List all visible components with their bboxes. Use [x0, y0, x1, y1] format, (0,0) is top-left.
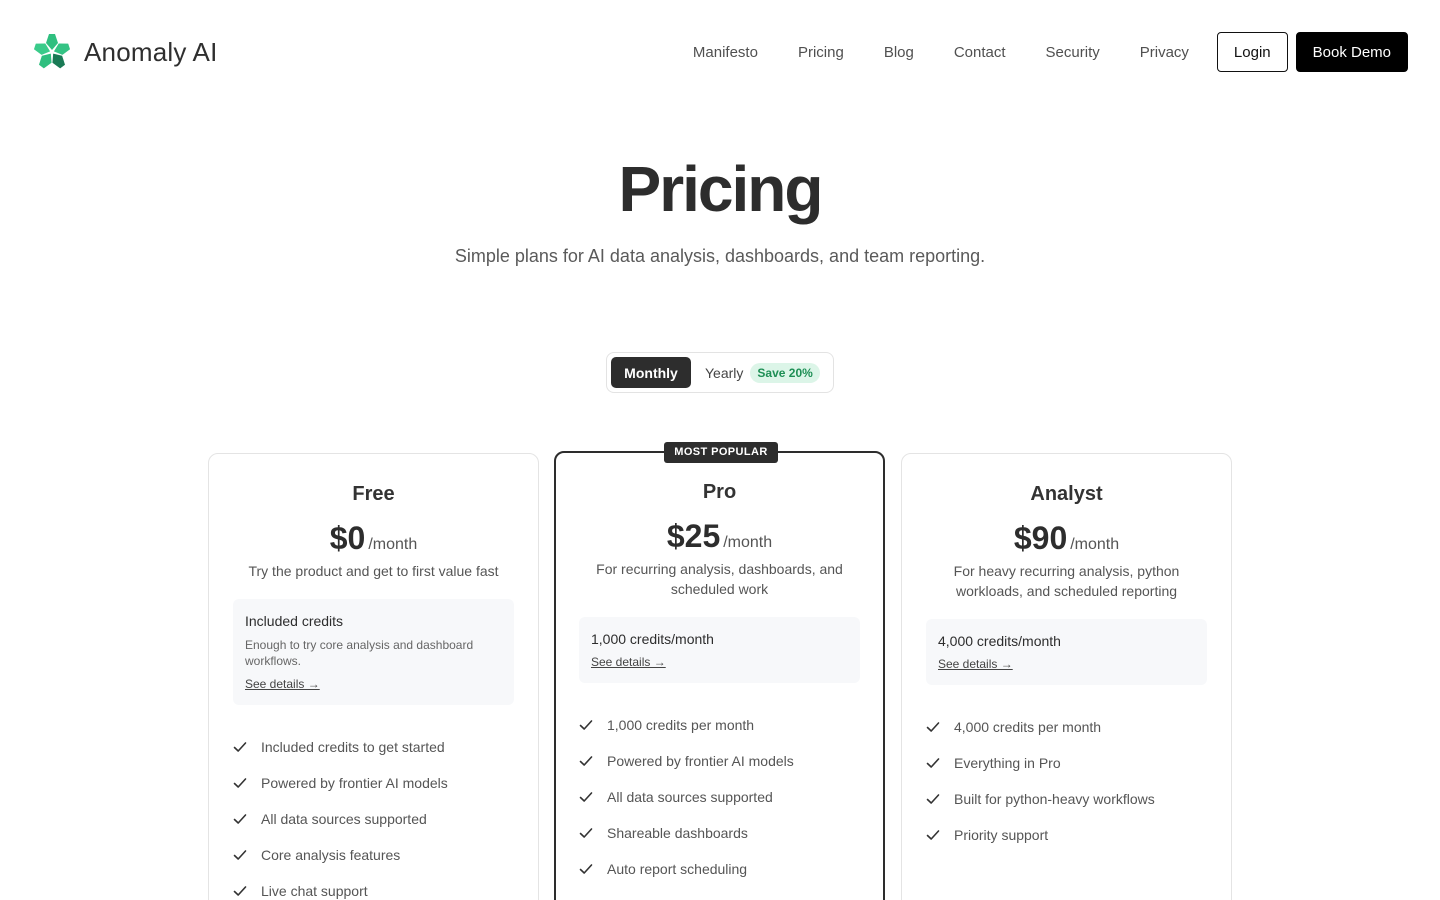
feature-list: 1,000 credits per month Powered by front…: [579, 707, 860, 887]
feature-item: Auto report scheduling: [579, 851, 860, 887]
monthly-option[interactable]: Monthly: [611, 357, 691, 388]
feature-label: 1,000 credits per month: [607, 717, 755, 733]
feature-label: Priority support: [954, 827, 1049, 843]
feature-item: Built for python-heavy workflows: [926, 781, 1207, 817]
yearly-option[interactable]: Yearly Save 20%: [705, 362, 820, 383]
credits-note: Enough to try core analysis and dashboar…: [245, 638, 474, 668]
plan-description: Try the product and get to first value f…: [248, 563, 499, 579]
see-details-link[interactable]: See details →: [245, 677, 320, 691]
nav-pricing[interactable]: Pricing: [798, 44, 844, 61]
feature-item: 4,000 credits per month: [926, 709, 1207, 745]
feature-list: 4,000 credits per month Everything in Pr…: [926, 709, 1207, 853]
see-details-link[interactable]: See details →: [591, 655, 666, 669]
feature-label: Powered by frontier AI models: [607, 753, 794, 769]
check-icon: [233, 778, 247, 788]
price-row: $25/month: [579, 518, 860, 555]
nav-blog[interactable]: Blog: [884, 44, 914, 61]
nav-manifesto[interactable]: Manifesto: [693, 44, 758, 61]
check-icon: [233, 742, 247, 752]
feature-label: All data sources supported: [261, 811, 427, 827]
feature-label: Everything in Pro: [954, 755, 1061, 771]
credits-title: 4,000 credits/month: [938, 633, 1061, 649]
most-popular-badge: MOST POPULAR: [664, 442, 778, 463]
feature-item: Core analysis features: [233, 837, 514, 873]
check-icon: [579, 756, 593, 766]
check-icon: [233, 850, 247, 860]
page-subtitle: Simple plans for AI data analysis, dashb…: [454, 246, 986, 266]
nav-security[interactable]: Security: [1046, 44, 1100, 61]
feature-item: Included credits to get started: [233, 729, 514, 765]
feature-item: Powered by frontier AI models: [233, 765, 514, 801]
price-row: $90/month: [926, 520, 1207, 557]
yearly-label: Yearly: [705, 364, 744, 381]
check-icon: [926, 758, 940, 768]
plan-description: For recurring analysis, dashboards, and …: [596, 561, 843, 597]
feature-item: Powered by frontier AI models: [579, 743, 860, 779]
check-icon: [926, 830, 940, 840]
check-icon: [926, 722, 940, 732]
login-button[interactable]: Login: [1216, 32, 1288, 72]
credits-box: Included credits Enough to try core anal…: [233, 599, 514, 705]
check-icon: [579, 828, 593, 838]
billing-period-toggle: Monthly Yearly Save 20%: [606, 352, 834, 393]
plan-price: $90: [1013, 520, 1068, 556]
plan-name: Pro: [702, 481, 737, 503]
feature-label: Included credits to get started: [261, 739, 445, 755]
check-icon: [579, 720, 593, 730]
nav-privacy[interactable]: Privacy: [1140, 44, 1189, 61]
brand-name: Anomaly AI: [84, 36, 218, 67]
feature-label: 4,000 credits per month: [954, 719, 1102, 735]
check-icon: [233, 886, 247, 896]
check-icon: [579, 864, 593, 874]
price-row: $0/month: [233, 520, 514, 557]
plan-period: /month: [1070, 536, 1120, 553]
clover-logo-icon: [33, 34, 71, 69]
feature-item: Shareable dashboards: [579, 815, 860, 851]
feature-item: 1,000 credits per month: [579, 707, 860, 743]
feature-list: Included credits to get started Powered …: [233, 729, 514, 900]
feature-item: Priority support: [926, 817, 1207, 853]
feature-label: All data sources supported: [607, 789, 773, 805]
plan-card-free: Free $0/month Try the product and get to…: [208, 453, 539, 900]
feature-label: Core analysis features: [261, 847, 401, 863]
plan-name: Free: [352, 483, 395, 505]
check-icon: [233, 814, 247, 824]
nav-contact[interactable]: Contact: [954, 44, 1006, 61]
plan-description: For heavy recurring analysis, python wor…: [953, 563, 1180, 599]
brand-home-link[interactable]: Anomaly AI: [32, 32, 218, 72]
credits-title: Included credits: [245, 613, 344, 629]
plan-card-pro: MOST POPULAR Pro $25/month For recurring…: [554, 442, 885, 900]
plan-period: /month: [368, 536, 418, 553]
feature-label: Powered by frontier AI models: [261, 775, 448, 791]
feature-item: All data sources supported: [579, 779, 860, 815]
save-badge: Save 20%: [750, 362, 820, 383]
feature-label: Shareable dashboards: [607, 825, 748, 841]
credits-box: 4,000 credits/month See details →: [926, 619, 1207, 685]
feature-label: Live chat support: [261, 883, 368, 899]
main-nav: Manifesto Pricing Blog Contact Security …: [693, 32, 1408, 72]
feature-label: Auto report scheduling: [607, 861, 748, 877]
plan-price: $0: [329, 520, 366, 556]
feature-item: All data sources supported: [233, 801, 514, 837]
see-details-link[interactable]: See details →: [938, 657, 1013, 671]
credits-box: 1,000 credits/month See details →: [579, 617, 860, 683]
plan-period: /month: [723, 534, 773, 551]
check-icon: [926, 794, 940, 804]
plan-name: Analyst: [1030, 483, 1103, 505]
plan-card-analyst: Analyst $90/month For heavy recurring an…: [901, 453, 1232, 900]
page-title: Pricing: [618, 153, 824, 225]
feature-item: Everything in Pro: [926, 745, 1207, 781]
credits-title: 1,000 credits/month: [591, 631, 714, 647]
site-header: Anomaly AI Manifesto Pricing Blog Contac…: [0, 0, 1440, 104]
book-demo-button[interactable]: Book Demo: [1295, 32, 1408, 72]
feature-item: Live chat support: [233, 873, 514, 900]
plan-price: $25: [666, 518, 721, 554]
feature-label: Built for python-heavy workflows: [954, 791, 1155, 807]
check-icon: [579, 792, 593, 802]
